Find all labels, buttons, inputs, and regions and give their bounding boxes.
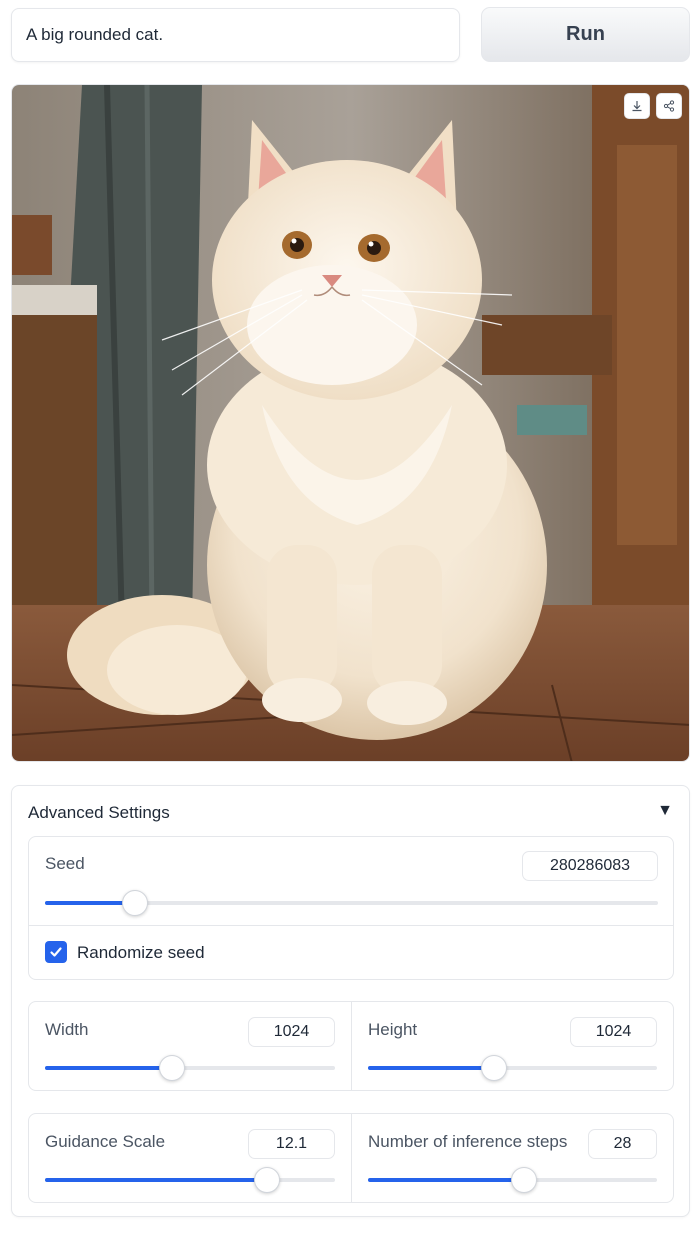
height-label: Height	[368, 1020, 418, 1039]
width-cell: Width 1024	[29, 1002, 351, 1090]
dimensions-group: Width 1024 Height 1024	[28, 1001, 674, 1091]
randomize-seed-label[interactable]: Randomize seed	[77, 943, 205, 963]
collapse-caret-icon[interactable]: ▼	[657, 802, 673, 820]
guidance-scale-slider-thumb[interactable]	[254, 1167, 281, 1193]
height-slider-fill	[368, 1066, 495, 1070]
run-button[interactable]: Run	[481, 7, 690, 62]
generated-image-panel	[11, 84, 690, 762]
height-input[interactable]: 1024	[570, 1017, 657, 1047]
width-slider-thumb[interactable]	[158, 1055, 185, 1081]
generated-cat-image	[12, 85, 689, 761]
guidance-scale-slider[interactable]	[45, 1167, 335, 1193]
seed-slider[interactable]	[45, 890, 658, 916]
inference-steps-slider[interactable]	[368, 1167, 657, 1193]
width-label: Width	[45, 1020, 89, 1039]
advanced-settings-panel: Advanced Settings ▼ Seed 280286083 Rando…	[11, 785, 690, 1217]
share-button[interactable]	[656, 93, 682, 119]
inference-steps-input[interactable]: 28	[588, 1129, 657, 1159]
download-icon	[632, 101, 642, 112]
prompt-field[interactable]	[11, 8, 460, 62]
height-slider-thumb[interactable]	[481, 1055, 508, 1081]
checkmark-icon	[50, 947, 62, 957]
guidance-scale-label: Guidance Scale	[45, 1132, 166, 1151]
width-slider[interactable]	[45, 1055, 335, 1081]
seed-divider	[29, 925, 673, 926]
inference-steps-cell: Number of inference steps 28	[352, 1114, 674, 1202]
share-icon	[663, 100, 675, 112]
height-slider[interactable]	[368, 1055, 657, 1081]
seed-label: Seed	[45, 854, 85, 873]
inference-steps-slider-thumb[interactable]	[511, 1167, 538, 1193]
inference-steps-label: Number of inference steps	[368, 1132, 568, 1151]
download-button[interactable]	[624, 93, 650, 119]
width-slider-fill	[45, 1066, 172, 1070]
guidance-scale-cell: Guidance Scale 12.1	[29, 1114, 351, 1202]
seed-slider-thumb[interactable]	[122, 890, 149, 916]
randomize-seed-checkbox[interactable]	[45, 941, 67, 963]
generation-params-group: Guidance Scale 12.1 Number of inference …	[28, 1113, 674, 1203]
guidance-scale-input[interactable]: 12.1	[248, 1129, 335, 1159]
inference-steps-slider-fill	[368, 1178, 525, 1182]
width-input[interactable]: 1024	[248, 1017, 335, 1047]
guidance-scale-slider-fill	[45, 1178, 268, 1182]
prompt-input[interactable]	[12, 9, 459, 61]
seed-input[interactable]: 280286083	[522, 851, 658, 881]
advanced-settings-title[interactable]: Advanced Settings	[28, 803, 170, 823]
seed-group: Seed 280286083 Randomize seed	[28, 836, 674, 980]
height-cell: Height 1024	[352, 1002, 674, 1090]
